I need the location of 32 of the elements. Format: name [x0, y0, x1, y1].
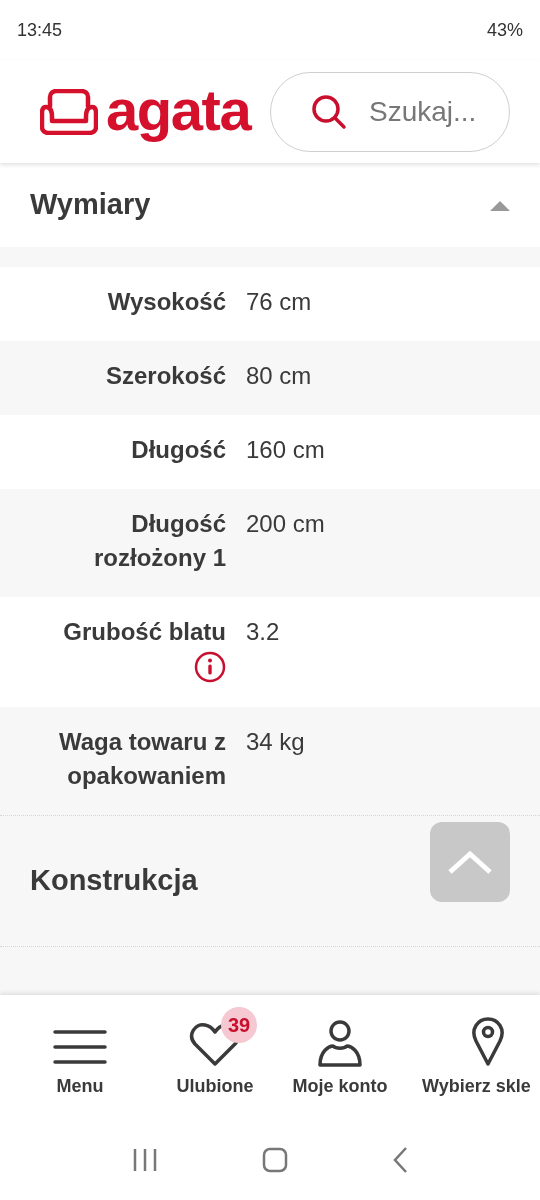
spec-value: 200 cm	[245, 509, 325, 539]
nav-item[interactable]: Moje konto	[270, 1001, 410, 1100]
spec-label: Grubość blatu	[63, 617, 226, 647]
spec-value: 34 kg	[245, 727, 305, 757]
status-time: 13:45	[17, 18, 63, 42]
section-title[interactable]: Wymiary	[30, 183, 151, 227]
spec-value: 3.2	[245, 617, 280, 647]
spec-value: 76 cm	[245, 287, 312, 317]
nav-item[interactable]: Menu	[0, 1001, 160, 1100]
spec-label: Długość	[131, 435, 226, 465]
armchair-logo-icon	[40, 88, 98, 135]
collapse-triangle-icon[interactable]	[490, 199, 510, 211]
chevron-up-icon	[446, 848, 494, 876]
search-icon	[311, 93, 347, 130]
spec-label: Wysokość	[107, 287, 226, 317]
user-icon	[317, 1019, 363, 1067]
menu-icon	[52, 1027, 108, 1067]
spec-value: 80 cm	[245, 361, 312, 391]
home-icon[interactable]	[262, 1147, 288, 1173]
spec-label: Szerokość	[105, 361, 226, 391]
battery-level: 43%	[486, 18, 523, 42]
nav-item[interactable]: 39 Ulubione	[160, 1001, 270, 1100]
section-title[interactable]: Konstrukcja	[30, 859, 198, 903]
info-icon[interactable]	[194, 651, 226, 683]
nav-item[interactable]: Wybierz skle	[410, 1001, 540, 1100]
recent-apps-icon[interactable]	[132, 1147, 158, 1173]
spec-value: 160 cm	[245, 435, 325, 465]
location-pin-icon	[472, 1017, 504, 1067]
back-icon[interactable]	[392, 1146, 408, 1174]
spec-label: Waga towaru z opakowaniem	[57, 727, 226, 791]
count-badge: 39	[221, 1007, 257, 1043]
spec-label: Długość rozłożony 1	[93, 509, 226, 573]
